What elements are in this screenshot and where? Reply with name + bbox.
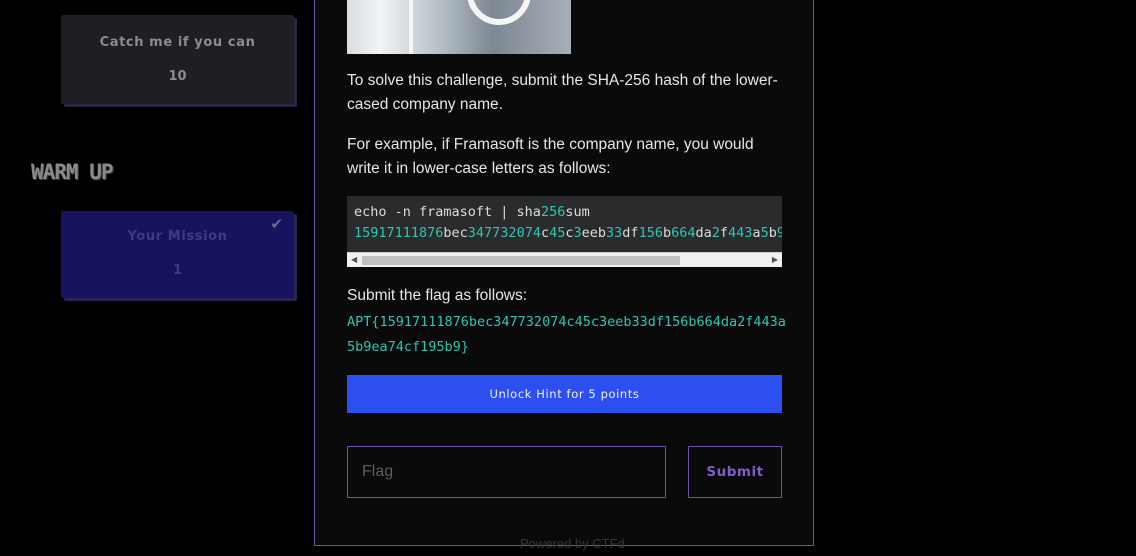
category-heading: WARM UP — [31, 160, 114, 184]
challenge-title: Your Mission — [127, 229, 228, 244]
scrollbar-thumb[interactable] — [362, 256, 680, 265]
challenge-image — [347, 0, 571, 54]
unlock-hint-button[interactable]: Unlock Hint for 5 points — [347, 375, 782, 413]
code-line-hash: 15917111876bec347732074c45c3eeb33df156b6… — [354, 225, 782, 241]
submit-button[interactable]: Submit — [688, 446, 782, 498]
challenge-title: Catch me if you can — [99, 35, 256, 50]
horizontal-scrollbar[interactable]: ◀ ▶ — [347, 252, 782, 267]
example-text: For example, if Framasoft is the company… — [347, 136, 754, 177]
flag-format-example: APT{15917111876bec347732074c45c3eeb33df1… — [347, 314, 786, 355]
footer-powered-by: Powered by CTFd — [520, 536, 625, 551]
challenge-points: 10 — [168, 69, 187, 84]
submit-instruction-text: Submit the flag as follows: — [347, 287, 528, 304]
challenge-card-catch-me[interactable]: Catch me if you can 10 — [61, 15, 294, 104]
scroll-right-icon[interactable]: ▶ — [772, 255, 778, 265]
code-block[interactable]: echo -n framasoft | sha256sum 1591711187… — [347, 196, 782, 267]
challenge-points: 1 — [172, 263, 183, 278]
checkmark-icon: ✔ — [270, 216, 283, 233]
instruction-text: To solve this challenge, submit the SHA-… — [347, 72, 778, 113]
flag-input[interactable] — [347, 446, 666, 498]
challenge-card-your-mission[interactable]: ✔ Your Mission 1 — [61, 211, 294, 298]
code-line-command: echo -n framasoft | sha256sum — [354, 204, 590, 220]
scroll-left-icon[interactable]: ◀ — [351, 255, 357, 265]
challenge-modal: To solve this challenge, submit the SHA-… — [314, 0, 814, 546]
